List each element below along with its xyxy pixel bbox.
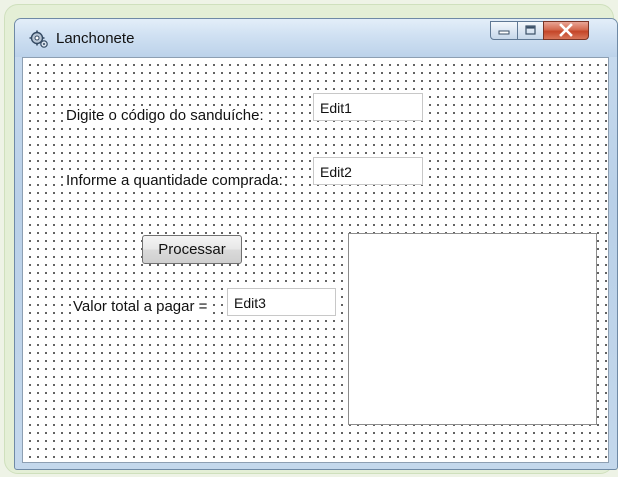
quantidade-input[interactable]	[313, 157, 423, 185]
codigo-label: Digite o código do sanduíche:	[64, 107, 266, 124]
maximize-icon	[525, 25, 536, 35]
form-client-area: Digite o código do sanduíche: Informe a …	[22, 57, 609, 463]
quantidade-label: Informe a quantidade comprada:	[64, 172, 285, 189]
processar-button[interactable]: Processar	[142, 235, 242, 264]
minimize-icon	[498, 30, 510, 35]
title-bar[interactable]: Lanchonete	[15, 19, 617, 57]
total-label: Valor total a pagar =	[71, 298, 210, 315]
minimize-button[interactable]	[490, 21, 518, 40]
total-output[interactable]	[227, 288, 336, 316]
close-icon	[559, 23, 573, 37]
maximize-button[interactable]	[517, 21, 544, 40]
window-title: Lanchonete	[56, 30, 135, 47]
gears-icon	[29, 30, 48, 48]
memo-box[interactable]	[348, 233, 597, 425]
app-window: Lanchonete Digite o código do sanduíche:…	[14, 18, 618, 470]
codigo-input[interactable]	[313, 93, 423, 121]
close-button[interactable]	[543, 21, 589, 40]
